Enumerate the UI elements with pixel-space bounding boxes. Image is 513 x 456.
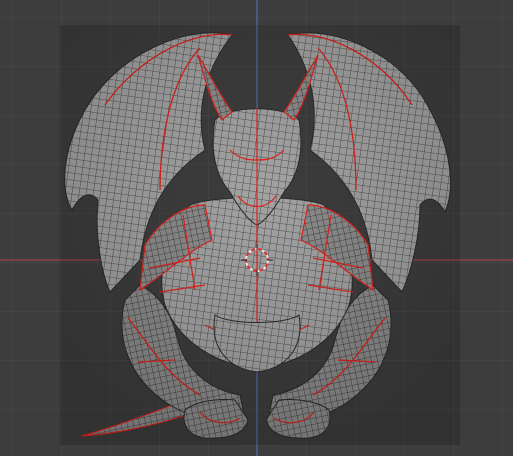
3d-viewport[interactable] xyxy=(0,0,513,456)
mesh-shading xyxy=(60,25,460,445)
dragon-gargoyle-mesh[interactable] xyxy=(60,25,460,445)
viewport-canvas[interactable] xyxy=(0,0,513,456)
